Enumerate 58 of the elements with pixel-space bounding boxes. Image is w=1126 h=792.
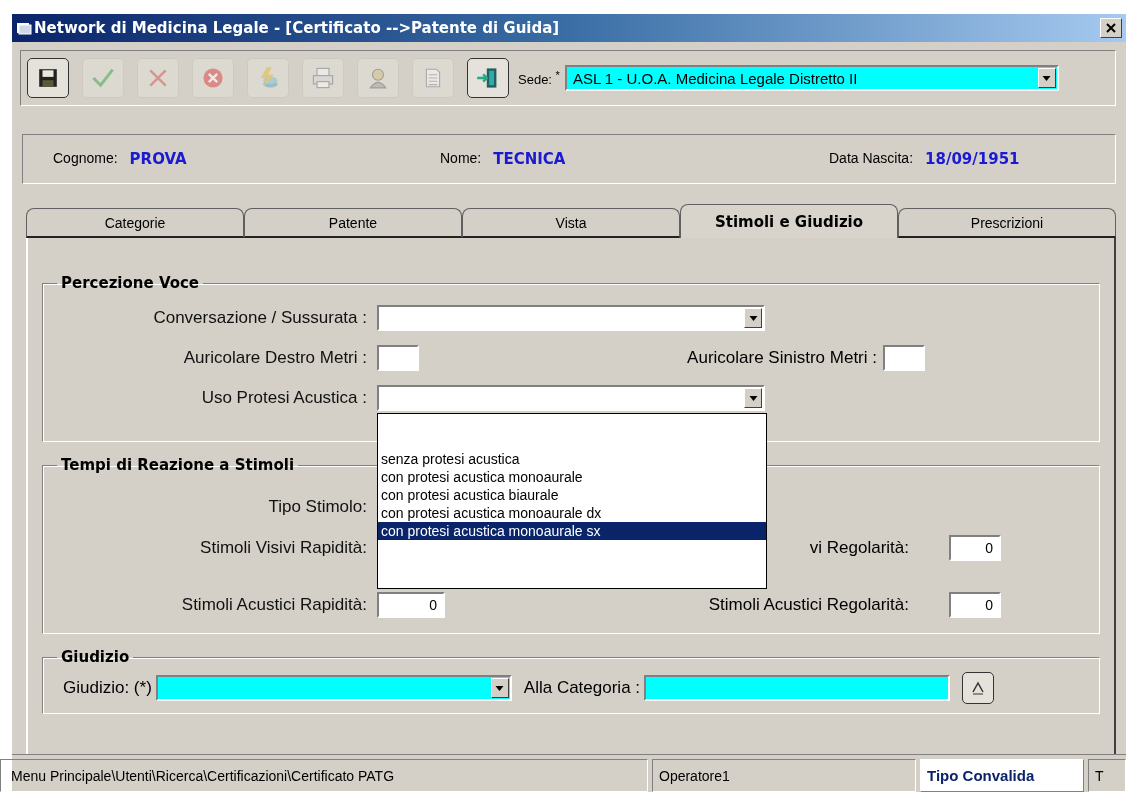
cross-icon xyxy=(147,67,169,89)
window-icon xyxy=(16,21,32,35)
patient-value: PROVA xyxy=(129,150,187,168)
input-field[interactable] xyxy=(377,345,419,371)
tab[interactable]: Categorie xyxy=(26,208,244,238)
input-field[interactable]: 0 xyxy=(377,591,445,618)
triangle-icon xyxy=(970,680,987,696)
sede-label: Sede: $^{*}$ xyxy=(518,68,560,88)
pick-button[interactable] xyxy=(962,672,995,704)
patient-value: TECNICA xyxy=(493,150,566,168)
save-button[interactable] xyxy=(27,58,69,98)
input-field[interactable] xyxy=(644,675,951,701)
field-label: Auricolare Destro Metri : xyxy=(182,348,367,368)
status-extra: T xyxy=(1088,759,1126,792)
circle-cross-icon xyxy=(201,66,225,90)
field-label: Conversazione / Sussurata : xyxy=(152,308,367,328)
group-title: Giudizio xyxy=(60,648,131,666)
giudizio-dropdown[interactable] xyxy=(155,675,512,701)
close-button[interactable] xyxy=(1100,18,1122,38)
field-label: Alla Categoria : xyxy=(523,678,641,698)
field-label: vi Regolarità: xyxy=(809,537,909,558)
checkmark-icon xyxy=(91,66,115,90)
field-label: Stimoli Acustici Rapidità: xyxy=(180,594,367,615)
conversazione-dropdown[interactable] xyxy=(377,305,765,331)
field-label: Uso Protesi Acustica : xyxy=(200,388,367,408)
field-label: Giudizio: (*) xyxy=(63,678,152,698)
input-field[interactable] xyxy=(883,345,925,371)
exit-button[interactable] xyxy=(467,58,509,98)
patient-label: Data Nascita: xyxy=(829,150,914,168)
window-title: Network di Medicina Legale - [Certificato -->Patente di Guida] xyxy=(34,19,561,37)
field-label: Auricolare Sinistro Metri : xyxy=(687,348,877,368)
patient-label: Nome: xyxy=(440,150,482,168)
tab[interactable]: Prescrizioni xyxy=(898,208,1116,238)
field-label: Stimoli Acustici Regolarità: xyxy=(708,594,909,615)
close-icon xyxy=(1106,23,1116,33)
dropdown-option[interactable]: senza protesi acustica xyxy=(378,450,766,468)
field-label: Tipo Stimolo: xyxy=(267,496,367,517)
dropdown-option[interactable]: con protesi acustica monoaurale xyxy=(378,468,766,486)
status-mode: Tipo Convalida xyxy=(920,759,1084,792)
dropdown-option[interactable]: con protesi acustica monoaurale dx xyxy=(378,504,766,522)
status-path: Menu Principale\Utenti\Ricerca\Certificazioni\Certificato PATG xyxy=(0,759,648,792)
status-user: Operatore1 xyxy=(652,759,916,792)
patient-value: 18/09/1951 xyxy=(925,150,1020,168)
dropdown-option[interactable]: con protesi acustica biaurale xyxy=(378,486,766,504)
group-title: Percezione Voce xyxy=(60,274,201,292)
input-field[interactable]: 0 xyxy=(949,591,1001,618)
group-title: Tempi di Reazione a Stimoli xyxy=(60,456,296,474)
tab[interactable]: Vista xyxy=(462,208,680,238)
tab[interactable]: Stimoli e Giudizio xyxy=(680,204,898,238)
person-icon xyxy=(367,67,389,89)
sede-dropdown[interactable]: ASL 1 - U.O.A. Medicina Legale Distretto II xyxy=(564,65,1059,91)
tab[interactable]: Patente xyxy=(244,208,462,238)
protesi-dropdown[interactable] xyxy=(377,385,765,411)
field-label: Stimoli Visivi Rapidità: xyxy=(199,537,367,558)
patient-label: Cognome: xyxy=(53,150,118,168)
input-field[interactable]: 0 xyxy=(949,534,1001,561)
printer-icon xyxy=(311,66,335,90)
dropdown-option[interactable]: con protesi acustica monoaurale sx xyxy=(378,522,766,540)
